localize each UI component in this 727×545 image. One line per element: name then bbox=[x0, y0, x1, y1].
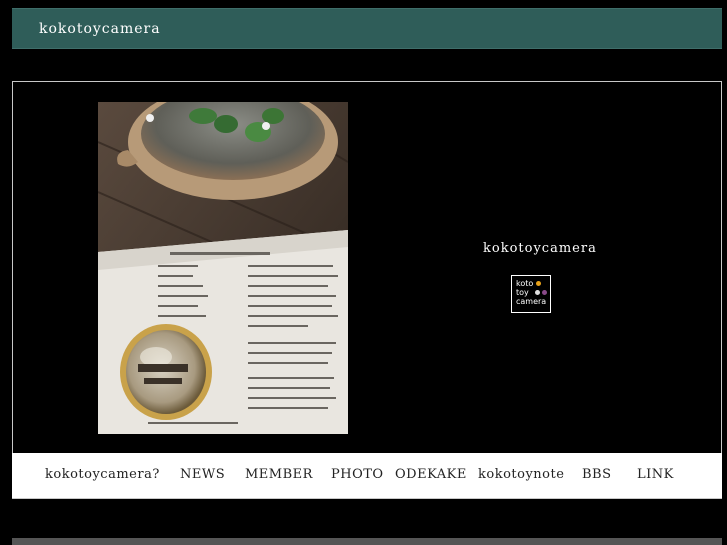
nav-item-news[interactable]: NEWS bbox=[180, 467, 225, 482]
nav-item-link[interactable]: LINK bbox=[637, 467, 674, 482]
nav-item-photo[interactable]: PHOTO bbox=[331, 467, 384, 482]
nav-item-about[interactable]: kokotoycamera? bbox=[45, 467, 160, 482]
nav-item-odekake[interactable]: ODEKAKE bbox=[395, 467, 467, 482]
site-title[interactable]: kokotoycamera bbox=[39, 21, 161, 37]
logo-line-3: camera bbox=[516, 297, 547, 306]
purple-dot-icon bbox=[541, 290, 547, 295]
logo-line-1: koto bbox=[516, 279, 534, 288]
nav-item-bbs[interactable]: BBS bbox=[582, 467, 612, 482]
white-dot-icon bbox=[534, 290, 540, 295]
kokotoycamera-logo[interactable]: koto toy camera bbox=[511, 275, 551, 313]
hero-photo bbox=[98, 102, 348, 434]
site-header: kokotoycamera bbox=[12, 8, 722, 49]
brand-text: kokotoycamera bbox=[483, 241, 597, 256]
hero-photo-image bbox=[98, 102, 348, 434]
logo-line-2: toy bbox=[516, 288, 529, 297]
nav-item-note[interactable]: kokotoynote bbox=[478, 467, 564, 482]
nav-item-member[interactable]: MEMBER bbox=[245, 467, 313, 482]
main-nav: kokotoycamera? NEWS MEMBER PHOTO ODEKAKE… bbox=[12, 453, 722, 498]
footer-bar bbox=[12, 538, 722, 545]
orange-dot-icon bbox=[536, 281, 542, 286]
